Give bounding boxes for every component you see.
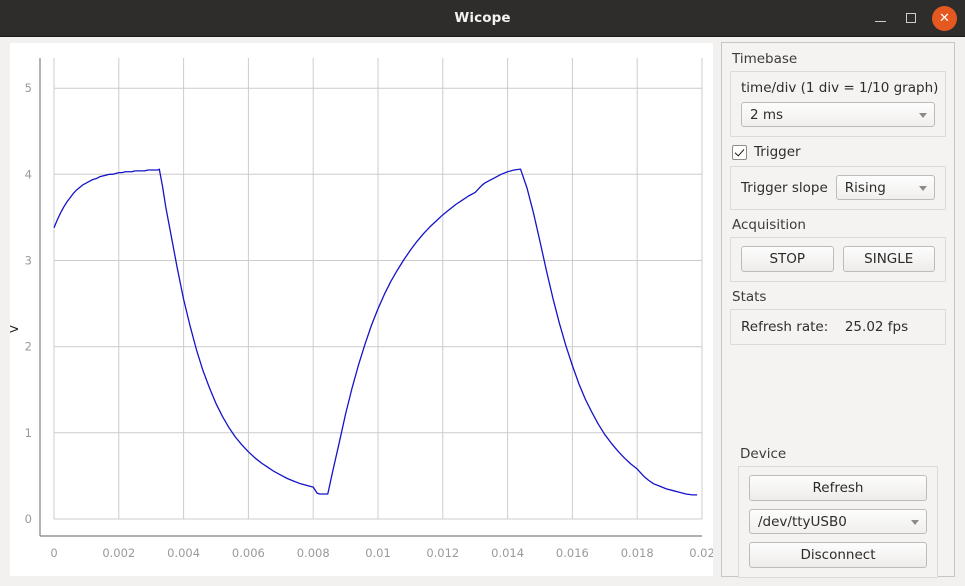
device-port-value: /dev/ttyUSB0 [758,514,847,530]
stop-button[interactable]: STOP [741,246,834,272]
disconnect-button[interactable]: Disconnect [749,542,927,568]
svg-text:0.018: 0.018 [621,546,654,560]
refresh-devices-button[interactable]: Refresh [749,475,927,501]
device-section: Device Refresh /dev/ttyUSB0 Disconnect [738,446,938,578]
trigger-slope-row: Trigger slope Rising [741,175,935,200]
trigger-slope-label: Trigger slope [741,180,828,196]
acquisition-button-row: STOP SINGLE [741,246,935,272]
acquisition-section-title: Acquisition [732,217,946,233]
svg-text:0.01: 0.01 [365,546,391,560]
chevron-down-icon [919,113,927,118]
maximize-button[interactable] [898,5,924,31]
close-button[interactable]: ✕ [932,6,957,31]
timediv-value: 2 ms [750,107,783,123]
timediv-label: time/div (1 div = 1/10 graph) [741,80,935,96]
application-window: Wicope ✕ 00.0020.0040.0060.0080.010.0120… [0,0,965,586]
maximize-icon [906,13,916,23]
refresh-rate-value: 25.02 fps [845,319,908,335]
x-axis-tick-labels: 0 0.002 0.004 0.006 0.008 0.01 0.012 0.014 0.016… [50,546,713,560]
minimize-button[interactable] [867,5,893,31]
svg-text:1: 1 [25,426,32,440]
svg-text:0.002: 0.002 [102,546,135,560]
window-title: Wicope [0,10,965,26]
stats-group: Refresh rate: 25.02 fps [730,309,946,345]
trigger-slope-value: Rising [845,180,886,196]
svg-text:0: 0 [25,512,32,526]
svg-text:2: 2 [25,340,32,354]
svg-text:0: 0 [50,546,57,560]
y-axis-label: V [10,325,21,333]
timebase-group: time/div (1 div = 1/10 graph) 2 ms [730,71,946,137]
refresh-rate-row: Refresh rate: 25.02 fps [741,319,935,335]
trigger-checkbox-label: Trigger [754,144,801,160]
waveform-chart[interactable]: 0 0.002 0.004 0.006 0.008 0.01 0.012 0.014 0.016… [10,43,713,576]
svg-text:0.006: 0.006 [232,546,265,560]
stats-section-title: Stats [732,289,946,305]
device-group: Refresh /dev/ttyUSB0 Disconnect [738,466,938,578]
trigger-group: Trigger slope Rising [730,166,946,210]
svg-text:3: 3 [25,254,32,268]
svg-text:4: 4 [25,167,32,181]
trigger-checkbox-row[interactable]: Trigger [732,144,946,160]
svg-text:0.014: 0.014 [491,546,524,560]
control-sidebar: Timebase time/div (1 div = 1/10 graph) 2… [721,42,955,577]
svg-text:0.004: 0.004 [167,546,200,560]
trigger-checkbox[interactable] [732,145,747,160]
close-icon: ✕ [939,12,950,25]
device-port-select[interactable]: /dev/ttyUSB0 [749,509,927,534]
svg-text:0.012: 0.012 [426,546,459,560]
single-button[interactable]: SINGLE [843,246,936,272]
svg-text:0.016: 0.016 [556,546,589,560]
timebase-section-title: Timebase [732,51,946,67]
svg-text:5: 5 [25,81,32,95]
waveform-trace [54,169,697,495]
y-axis-tick-labels: 0 1 2 3 4 5 [25,81,32,526]
refresh-rate-label: Refresh rate: [741,319,828,335]
device-section-title: Device [740,446,938,462]
svg-text:0.008: 0.008 [297,546,330,560]
trigger-slope-select[interactable]: Rising [836,175,935,200]
chevron-down-icon [919,186,927,191]
oscilloscope-plot-panel[interactable]: 0 0.002 0.004 0.006 0.008 0.01 0.012 0.014 0.016… [10,43,713,576]
title-bar: Wicope ✕ [0,0,965,37]
chevron-down-icon [911,520,919,525]
timediv-select[interactable]: 2 ms [741,102,935,127]
chart-gridlines [54,58,702,519]
chart-axes [40,58,702,536]
minimize-icon [875,21,886,23]
acquisition-group: STOP SINGLE [730,237,946,282]
svg-text:0.02: 0.02 [689,546,713,560]
